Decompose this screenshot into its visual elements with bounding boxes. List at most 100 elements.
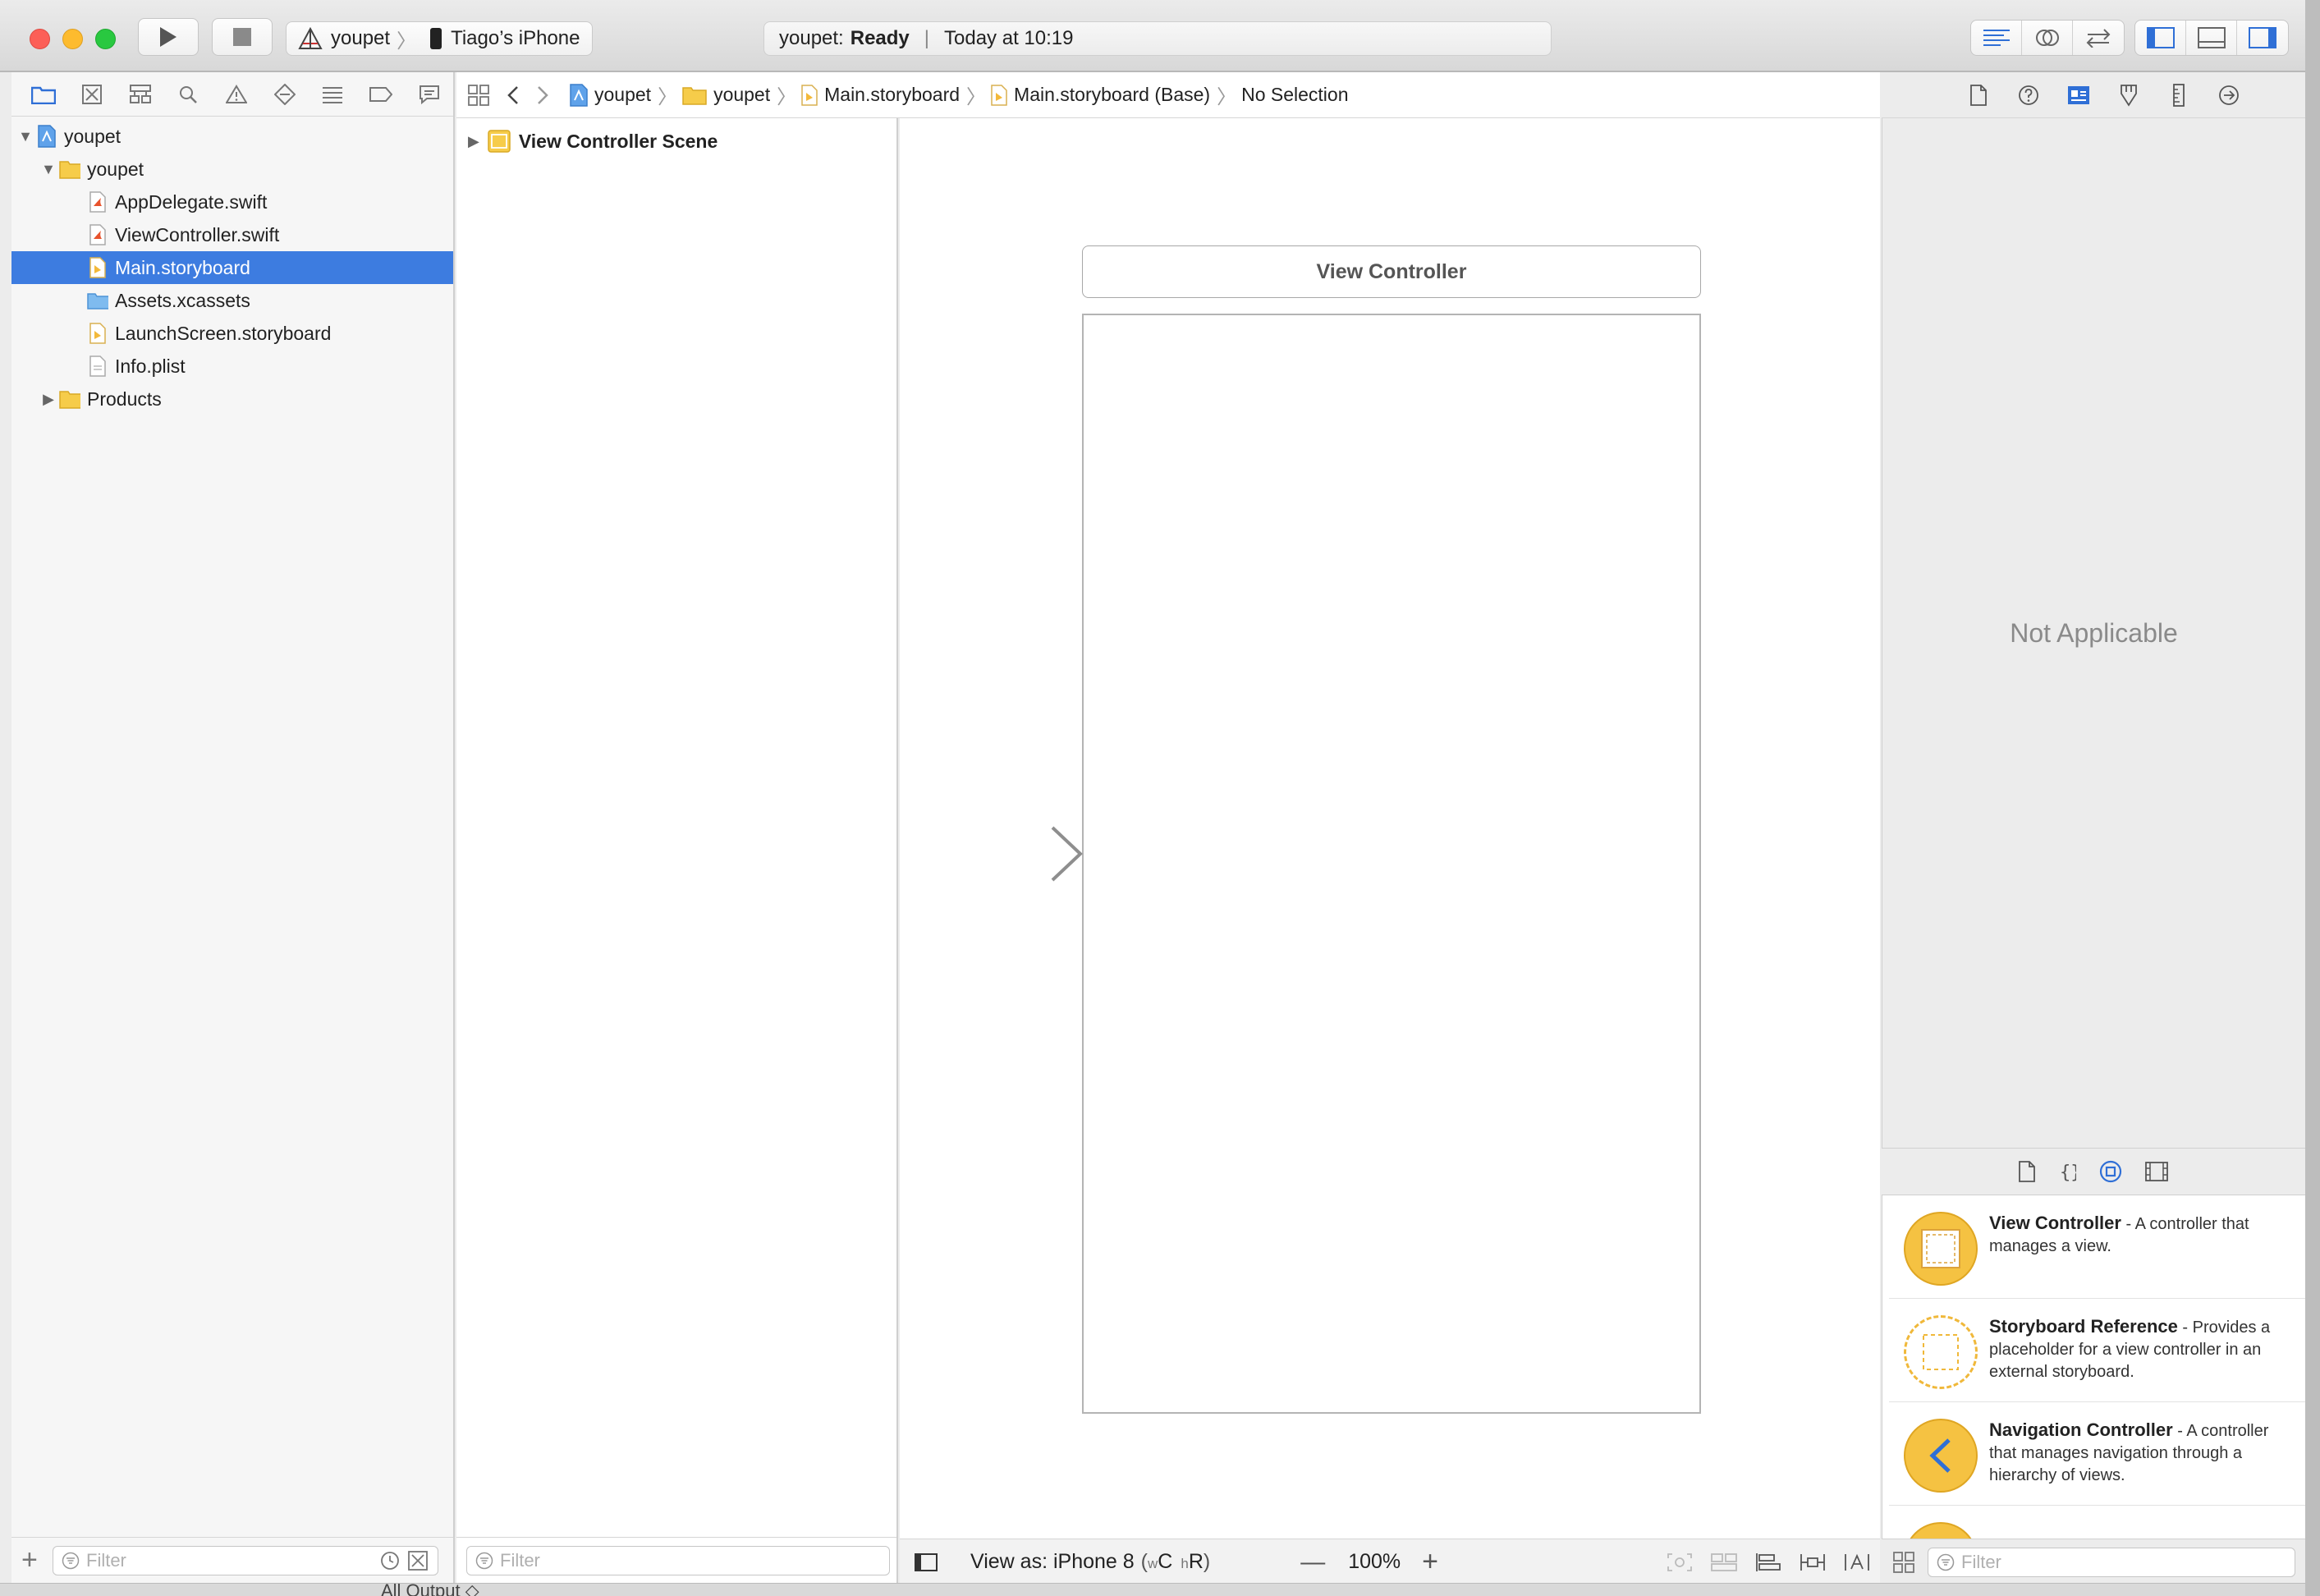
embed-in-stack-icon[interactable] bbox=[1711, 1552, 1737, 1572]
grid-view-icon[interactable] bbox=[1893, 1551, 1914, 1573]
library-item-storyboard-reference[interactable]: Storyboard Reference - Provides a placeh… bbox=[1889, 1299, 2305, 1402]
object-library-list: View Controller - A controller that mana… bbox=[1882, 1195, 2305, 1539]
project-navigator: ▼ youpet ▼ youpet AppDelegate.swift View… bbox=[11, 72, 455, 1583]
close-window-button[interactable] bbox=[30, 29, 50, 49]
object-library-tab[interactable] bbox=[2099, 1160, 2122, 1183]
stop-button[interactable] bbox=[212, 18, 273, 56]
identity-card-icon bbox=[2067, 85, 2089, 104]
breakpoint-navigator-tab[interactable] bbox=[357, 72, 406, 117]
tree-row-file-selected[interactable]: Main.storyboard bbox=[11, 251, 453, 284]
toggle-debug-area-button[interactable] bbox=[2186, 21, 2237, 55]
assistant-editor-button[interactable] bbox=[2022, 21, 2073, 55]
assistant-editor-icon bbox=[2035, 30, 2059, 46]
scheme-selector[interactable]: youpet 〉 Tiago’s iPhone bbox=[286, 21, 593, 56]
library-item-view-controller[interactable]: View Controller - A controller that mana… bbox=[1889, 1195, 2305, 1299]
chevron-right-icon: 〉 bbox=[777, 86, 797, 108]
library-filter-field[interactable]: Filter bbox=[1928, 1547, 2295, 1577]
resolve-issues-icon[interactable] bbox=[1844, 1552, 1870, 1572]
storyboard-file-icon bbox=[991, 84, 1007, 106]
code-snippet-library-tab[interactable]: {} bbox=[2058, 1161, 2076, 1182]
navigator-filter-field[interactable]: Filter bbox=[53, 1545, 438, 1575]
source-control-navigator-tab[interactable] bbox=[68, 72, 117, 117]
view-as-label: View as: iPhone 8 bbox=[970, 1550, 1135, 1573]
view-controller-view[interactable] bbox=[1082, 314, 1701, 1414]
jump-bar: youpet 〉 youpet 〉 Main.storyboard 〉 Main… bbox=[456, 72, 1880, 118]
attributes-inspector-tab[interactable] bbox=[2106, 84, 2151, 107]
add-icon[interactable]: + bbox=[21, 1544, 43, 1576]
file-inspector-tab[interactable] bbox=[1955, 84, 2001, 106]
run-button[interactable] bbox=[138, 18, 199, 56]
jump-crumb-group[interactable]: youpet bbox=[682, 84, 770, 106]
yellow-folder-icon bbox=[59, 388, 80, 410]
related-items-icon[interactable] bbox=[468, 84, 489, 106]
library-item-navigation-controller[interactable]: Navigation Controller - A controller tha… bbox=[1889, 1402, 2305, 1506]
storyboard-canvas[interactable]: View Controller bbox=[900, 118, 1880, 1539]
connections-inspector-tab[interactable] bbox=[2206, 85, 2251, 106]
project-navigator-tab[interactable] bbox=[20, 72, 68, 117]
source-control-filter-icon[interactable] bbox=[408, 1550, 428, 1571]
zoom-window-button[interactable] bbox=[95, 29, 116, 49]
jump-crumb-file[interactable]: Main.storyboard bbox=[801, 84, 960, 106]
tree-label: Assets.xcassets bbox=[115, 289, 250, 311]
standard-editor-button[interactable] bbox=[1971, 21, 2022, 55]
tree-row-file[interactable]: Info.plist bbox=[11, 350, 453, 383]
jump-crumb-selection[interactable]: No Selection bbox=[1241, 84, 1348, 106]
test-navigator-tab[interactable] bbox=[260, 72, 309, 117]
library-selector-bar: {} bbox=[1882, 1148, 2305, 1195]
hierarchy-icon bbox=[129, 84, 151, 103]
panel-toggle-group bbox=[2134, 20, 2289, 56]
chevron-right-icon: 〉 bbox=[1217, 86, 1237, 108]
jump-crumb-project[interactable]: youpet bbox=[570, 83, 651, 107]
library-filter-bar: Filter bbox=[1882, 1539, 2305, 1585]
issue-navigator-tab[interactable] bbox=[213, 72, 261, 117]
update-frames-icon[interactable] bbox=[1667, 1552, 1693, 1572]
outline-scene-row[interactable]: ▶ View Controller Scene bbox=[456, 123, 896, 159]
filter-icon bbox=[475, 1552, 493, 1569]
outline-filter-field[interactable]: Filter bbox=[466, 1545, 890, 1575]
outline-toggle-icon[interactable] bbox=[915, 1552, 938, 1571]
zoom-level[interactable]: 100% bbox=[1348, 1550, 1401, 1574]
zoom-in-button[interactable]: + bbox=[1422, 1546, 1438, 1578]
minimize-window-button[interactable] bbox=[62, 29, 83, 49]
identity-inspector-tab[interactable] bbox=[2056, 85, 2101, 105]
toggle-navigator-button[interactable] bbox=[2135, 21, 2186, 55]
symbol-navigator-tab[interactable] bbox=[116, 72, 164, 117]
view-as-button[interactable]: View as: iPhone 8 ( w C h R ) bbox=[970, 1550, 1210, 1574]
find-navigator-tab[interactable] bbox=[164, 72, 213, 117]
tree-row-group[interactable]: ▶ Products bbox=[11, 383, 453, 415]
media-library-tab[interactable] bbox=[2145, 1162, 2168, 1181]
align-icon[interactable] bbox=[1755, 1552, 1781, 1572]
zoom-out-button[interactable]: — bbox=[1300, 1548, 1325, 1576]
tree-row-project[interactable]: ▼ youpet bbox=[11, 120, 453, 153]
toggle-utilities-button[interactable] bbox=[2237, 21, 2288, 55]
forward-icon[interactable] bbox=[537, 85, 548, 105]
recent-files-icon[interactable] bbox=[380, 1551, 400, 1571]
tree-row-file[interactable]: LaunchScreen.storyboard bbox=[11, 317, 453, 350]
size-inspector-tab[interactable] bbox=[2156, 83, 2201, 107]
tree-row-file[interactable]: AppDelegate.swift bbox=[11, 186, 453, 218]
scheme-project-label: youpet bbox=[331, 27, 391, 49]
view-controller-scene-dock[interactable]: View Controller bbox=[1082, 245, 1701, 298]
version-editor-button[interactable] bbox=[2073, 21, 2124, 55]
add-constraints-icon[interactable] bbox=[1800, 1552, 1826, 1572]
file-template-library-tab[interactable] bbox=[2019, 1161, 2035, 1182]
back-icon[interactable] bbox=[507, 85, 519, 105]
entry-point-arrow-icon[interactable] bbox=[916, 824, 1085, 883]
report-navigator-tab[interactable] bbox=[405, 72, 453, 117]
swift-file-icon bbox=[87, 223, 108, 246]
disclosure-expanded-icon: ▼ bbox=[18, 127, 33, 144]
scene-label: View Controller Scene bbox=[518, 130, 718, 152]
library-item-partial[interactable] bbox=[1889, 1506, 2305, 1539]
tree-row-group[interactable]: ▼ youpet bbox=[11, 153, 453, 186]
status-project: youpet: bbox=[779, 27, 844, 49]
tree-row-file[interactable]: Assets.xcassets bbox=[11, 284, 453, 317]
quick-help-tab[interactable] bbox=[2006, 85, 2051, 106]
chevron-right-icon: 〉 bbox=[397, 30, 417, 53]
tree-row-file[interactable]: ViewController.swift bbox=[11, 218, 453, 251]
debug-output-label[interactable]: All Output ◇ bbox=[381, 1584, 479, 1596]
jump-crumb-localization[interactable]: Main.storyboard (Base) bbox=[991, 84, 1210, 106]
version-editor-icon bbox=[2086, 29, 2111, 48]
breakpoint-icon bbox=[369, 86, 393, 102]
debug-navigator-tab[interactable] bbox=[309, 72, 357, 117]
storyboard-file-icon bbox=[801, 84, 818, 106]
